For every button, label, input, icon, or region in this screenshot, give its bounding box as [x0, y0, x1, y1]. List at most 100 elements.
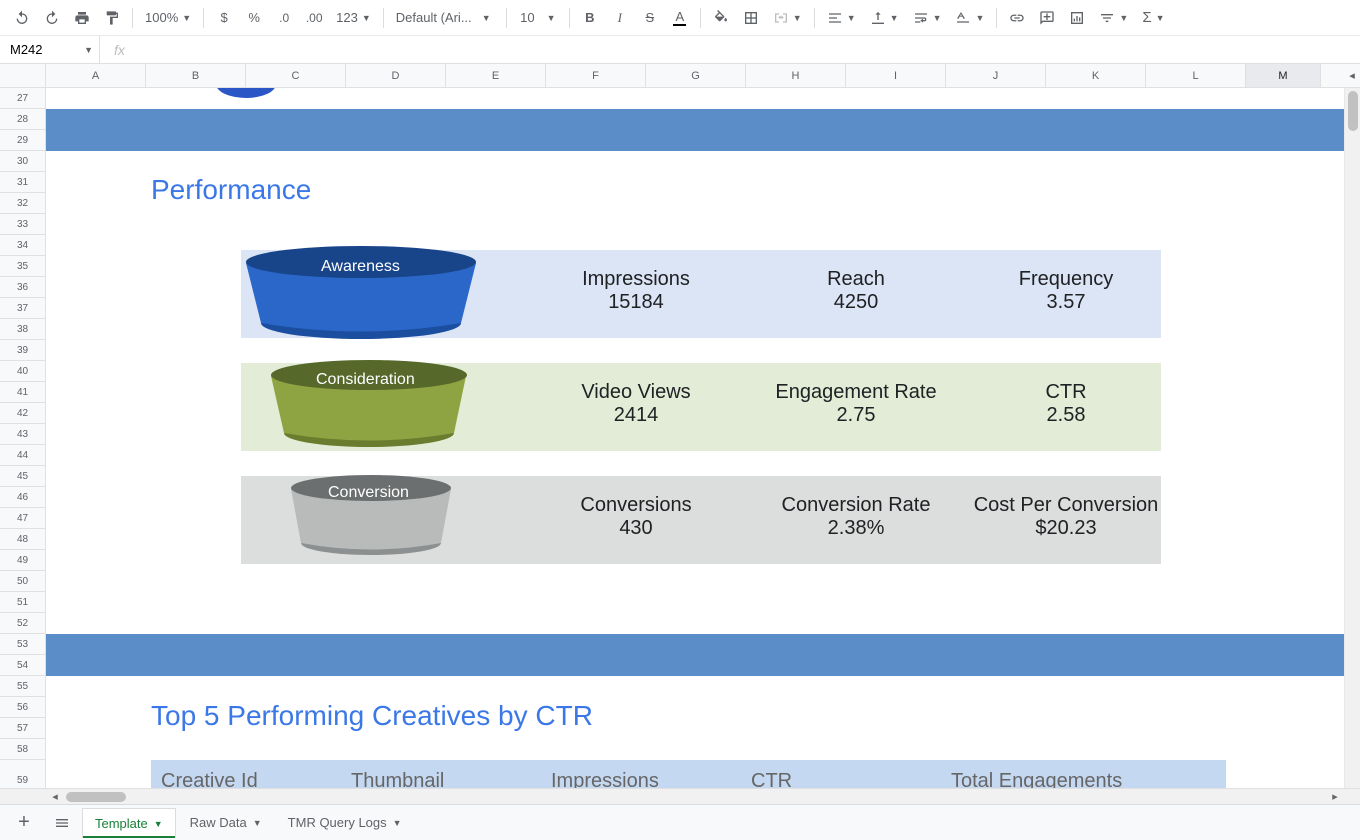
scroll-right-icon[interactable]: ▸ [1326, 789, 1344, 805]
row-header[interactable]: 31 [0, 172, 45, 193]
row-header[interactable]: 30 [0, 151, 45, 172]
section-divider [46, 634, 1360, 676]
row-header[interactable]: 36 [0, 277, 45, 298]
scroll-left-icon[interactable]: ◂ [1344, 64, 1360, 87]
horizontal-scrollbar[interactable]: ◂ ▸ [0, 788, 1360, 804]
metric-value: 2.75 [736, 404, 976, 427]
format-percent-button[interactable]: % [240, 5, 268, 31]
section-title-creatives: Top 5 Performing Creatives by CTR [151, 700, 593, 732]
row-header[interactable]: 46 [0, 487, 45, 508]
print-button[interactable] [68, 5, 96, 31]
row-header[interactable]: 52 [0, 613, 45, 634]
bold-button[interactable]: B [576, 5, 604, 31]
number-format-label: 123 [336, 10, 358, 25]
col-header[interactable]: K [1046, 64, 1146, 87]
row-header[interactable]: 51 [0, 592, 45, 613]
font-size-select[interactable]: 10 ▼ [513, 5, 563, 31]
strikethrough-button[interactable]: S [636, 5, 664, 31]
increase-decimal-button[interactable]: .00 [300, 5, 328, 31]
col-header[interactable]: A [46, 64, 146, 87]
font-name: Default (Ari... [396, 10, 478, 25]
text-color-button[interactable]: A [666, 5, 694, 31]
row-header[interactable]: 39 [0, 340, 45, 361]
sheet-tab-tmr[interactable]: TMR Query Logs ▼ [276, 808, 414, 838]
text-wrap-button[interactable]: ▼ [907, 5, 948, 31]
zoom-select[interactable]: 100% ▼ [139, 5, 197, 31]
all-sheets-button[interactable] [44, 808, 80, 838]
col-header[interactable]: I [846, 64, 946, 87]
row-header[interactable]: 41 [0, 382, 45, 403]
chevron-down-icon: ▼ [890, 13, 899, 23]
add-sheet-button[interactable]: + [6, 808, 42, 838]
sheet-tab-rawdata[interactable]: Raw Data ▼ [178, 808, 274, 838]
row-header[interactable]: 58 [0, 739, 45, 760]
col-header[interactable]: L [1146, 64, 1246, 87]
font-select[interactable]: Default (Ari... ▼ [390, 5, 500, 31]
row-header[interactable]: 57 [0, 718, 45, 739]
row-header[interactable]: 37 [0, 298, 45, 319]
insert-comment-button[interactable] [1033, 5, 1061, 31]
row-header[interactable]: 29 [0, 130, 45, 151]
row-header[interactable]: 40 [0, 361, 45, 382]
insert-chart-button[interactable] [1063, 5, 1091, 31]
redo-button[interactable] [38, 5, 66, 31]
row-header[interactable]: 27 [0, 88, 45, 109]
filter-button[interactable]: ▼ [1093, 5, 1134, 31]
col-header[interactable]: H [746, 64, 846, 87]
more-formats-select[interactable]: 123 ▼ [330, 5, 377, 31]
sheet-tab-template[interactable]: Template ▼ [82, 808, 176, 838]
sheet-canvas[interactable]: Performance Awareness Impressions 15184 … [46, 88, 1360, 788]
col-header[interactable]: B [146, 64, 246, 87]
vertical-align-button[interactable]: ▼ [864, 5, 905, 31]
row-header[interactable]: 45 [0, 466, 45, 487]
row-header[interactable]: 47 [0, 508, 45, 529]
decrease-decimal-button[interactable]: .0 [270, 5, 298, 31]
col-header[interactable]: G [646, 64, 746, 87]
paint-format-button[interactable] [98, 5, 126, 31]
col-header[interactable]: M [1246, 64, 1321, 87]
metric-value: 2.58 [986, 404, 1146, 427]
row-header[interactable]: 49 [0, 550, 45, 571]
row-header[interactable]: 28 [0, 109, 45, 130]
metric-label: Conversions [536, 494, 736, 517]
metric-label: Reach [766, 268, 946, 291]
horizontal-align-button[interactable]: ▼ [821, 5, 862, 31]
row-header[interactable]: 44 [0, 445, 45, 466]
name-box[interactable]: M242 ▼ [0, 36, 100, 63]
row-header[interactable]: 56 [0, 697, 45, 718]
row-header[interactable]: 55 [0, 676, 45, 697]
scroll-left-icon[interactable]: ◂ [46, 789, 64, 805]
functions-button[interactable]: Σ ▼ [1136, 5, 1170, 31]
row-header[interactable]: 34 [0, 235, 45, 256]
merge-cells-button[interactable]: ▼ [767, 5, 808, 31]
row-header[interactable]: 43 [0, 424, 45, 445]
undo-button[interactable] [8, 5, 36, 31]
col-header[interactable]: E [446, 64, 546, 87]
text-rotation-button[interactable]: ▼ [949, 5, 990, 31]
col-header[interactable]: D [346, 64, 446, 87]
metric-label: Frequency [966, 268, 1166, 291]
borders-button[interactable] [737, 5, 765, 31]
col-header[interactable]: J [946, 64, 1046, 87]
row-header[interactable]: 32 [0, 193, 45, 214]
col-header[interactable]: F [546, 64, 646, 87]
fill-color-button[interactable] [707, 5, 735, 31]
funnel-conversion-label: Conversion [328, 484, 409, 502]
row-header[interactable]: 48 [0, 529, 45, 550]
row-header[interactable]: 33 [0, 214, 45, 235]
row-header[interactable]: 38 [0, 319, 45, 340]
th: Creative Id [161, 770, 351, 789]
italic-button[interactable]: I [606, 5, 634, 31]
row-header[interactable]: 35 [0, 256, 45, 277]
col-header[interactable]: C [246, 64, 346, 87]
format-currency-button[interactable]: $ [210, 5, 238, 31]
row-header[interactable]: 53 [0, 634, 45, 655]
row-header[interactable]: 59 [0, 760, 45, 788]
vertical-scrollbar[interactable] [1344, 88, 1360, 788]
row-header[interactable]: 42 [0, 403, 45, 424]
select-all-corner[interactable] [0, 64, 46, 87]
row-header[interactable]: 54 [0, 655, 45, 676]
section-title-performance: Performance [151, 174, 311, 206]
row-header[interactable]: 50 [0, 571, 45, 592]
insert-link-button[interactable] [1003, 5, 1031, 31]
